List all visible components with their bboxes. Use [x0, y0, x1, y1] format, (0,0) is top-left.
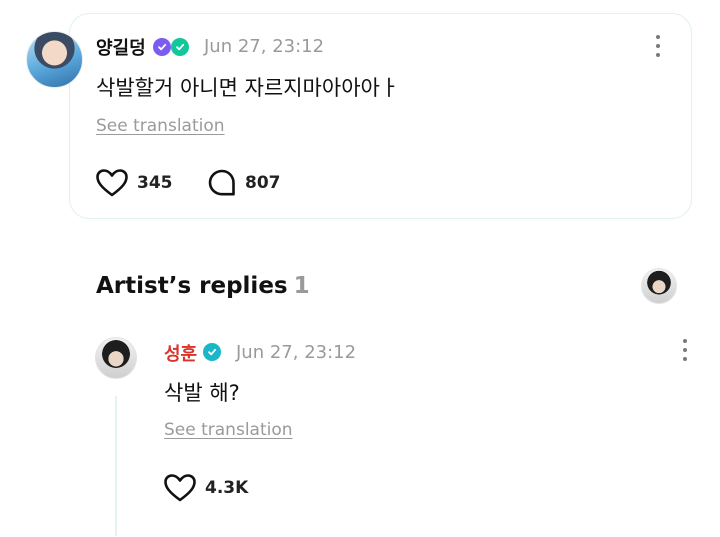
- post-author-avatar[interactable]: [26, 31, 83, 88]
- artist-replies-count: 1: [293, 273, 310, 299]
- shield-check-icon: [153, 38, 171, 56]
- reply-like-button[interactable]: 4.3K: [163, 473, 248, 503]
- post-author-name[interactable]: 양길덩: [96, 34, 146, 60]
- reply-body-text: 삭발 해?: [164, 381, 240, 405]
- heart-icon: [96, 169, 128, 197]
- artist-avatar-small[interactable]: [641, 268, 677, 304]
- reply-author-name[interactable]: 성훈: [164, 340, 197, 366]
- heart-icon: [164, 474, 196, 502]
- thread-line: [115, 396, 117, 536]
- reply-author-avatar[interactable]: [95, 337, 137, 379]
- post-body-text: 삭발할거 아니면 자르지마아아아ㅏ: [96, 76, 400, 100]
- artist-replies-heading: Artist’s replies 1: [96, 273, 310, 299]
- artist-replies-title: Artist’s replies: [96, 273, 288, 299]
- reply-like-count: 4.3K: [205, 478, 249, 498]
- reply-see-translation-link[interactable]: See translation: [164, 420, 293, 440]
- post-comment-button[interactable]: 807: [207, 168, 281, 198]
- reply-timestamp: Jun 27, 23:12: [236, 342, 357, 363]
- post-like-button[interactable]: 345: [95, 168, 173, 198]
- verified-check-icon: [203, 343, 221, 361]
- heart-check-icon: [171, 38, 189, 56]
- reply-more-options-icon[interactable]: [682, 339, 688, 361]
- post-more-options-icon[interactable]: [655, 35, 661, 57]
- post-timestamp: Jun 27, 23:12: [204, 36, 325, 57]
- post-comment-count: 807: [245, 173, 281, 193]
- post-see-translation-link[interactable]: See translation: [96, 116, 225, 136]
- comment-bubble-icon: [208, 169, 235, 196]
- post-like-count: 345: [137, 173, 173, 193]
